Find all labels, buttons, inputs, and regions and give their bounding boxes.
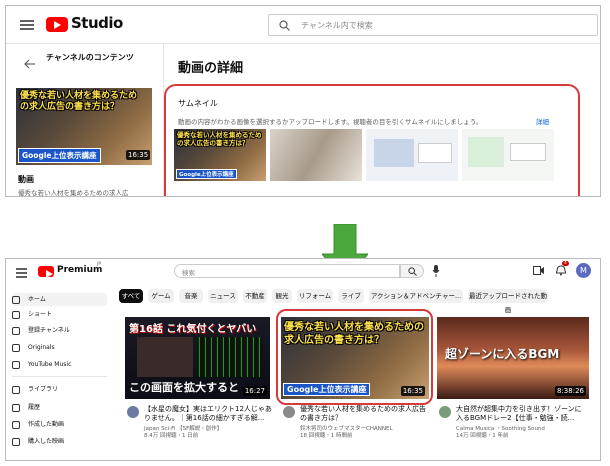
nav-icon-5 [12, 385, 20, 394]
video1-channel[interactable]: Japan Sci-Fi 【SF解説・創作】 [144, 426, 274, 433]
nav-icon-3 [12, 343, 20, 352]
nav-icon-1 [12, 310, 20, 319]
video-thumbnail-3[interactable]: 超ゾーンに入るBGM 8:38:26 [437, 317, 589, 399]
channel-avatar-3[interactable] [439, 406, 451, 418]
premium-logo-text[interactable]: Premium [57, 265, 102, 275]
video2-channel[interactable]: 鈴木将司のウェブマスターCHANNEL [300, 426, 430, 433]
menu-icon[interactable] [20, 20, 34, 22]
video3-thumb-text: 超ゾーンに入るBGM [445, 347, 560, 361]
nav-item-0[interactable]: ホーム [12, 293, 107, 306]
search-icon [408, 267, 417, 276]
video-thumbnail-1[interactable]: 第16話 これ気付くとヤバい この画面を拡大すると 16:27 [125, 317, 270, 399]
video1-duration: 16:27 [242, 386, 267, 396]
chip-1[interactable]: ゲーム [148, 289, 174, 303]
premium-logo-sup: JP [97, 262, 102, 267]
video3-channel[interactable]: Calma Musica ・Soothing Sound [456, 426, 586, 433]
premium-search-placeholder: 検索 [182, 269, 195, 277]
channel-avatar-1[interactable] [127, 406, 139, 418]
nav-label-2: 登録チャンネル [28, 327, 70, 334]
side-video-desc: 優秀な若い人材を集めるための求人広 [18, 189, 129, 197]
avatar[interactable]: M [576, 263, 591, 278]
nav-icon-2 [12, 326, 20, 335]
studio-topbar: Studio チャンネル内で検索 [6, 6, 600, 44]
video2-title[interactable]: 優秀な若い人材を集めるための求人広告の書き方は？ [300, 405, 430, 423]
channel-content-label[interactable]: チャンネルのコンテンツ [46, 52, 156, 63]
nav-label-5: ライブラリ [28, 386, 59, 393]
create-video-icon[interactable] [533, 266, 544, 275]
video1-thumb-text-bottom: この画面を拡大すると [129, 381, 239, 394]
nav-icon-0 [12, 295, 20, 304]
microphone-icon[interactable] [432, 265, 440, 277]
nav-item-8[interactable]: 購入した映画 [12, 435, 107, 448]
studio-search-input[interactable]: チャンネル内で検索 [268, 14, 598, 36]
nav-item-5[interactable]: ライブラリ [12, 383, 107, 396]
youtube-logo-icon[interactable] [38, 266, 54, 278]
chip-6[interactable]: リフォーム [297, 289, 333, 303]
nav-label-7: 作成した動画 [28, 421, 65, 428]
chip-3[interactable]: ニュース [208, 289, 238, 303]
nav-icon-7 [12, 420, 20, 429]
nav-icon-6 [12, 403, 20, 412]
channel-avatar-2[interactable] [283, 406, 295, 418]
back-arrow-icon[interactable] [24, 59, 36, 69]
nav-divider [12, 376, 107, 377]
nav-item-3[interactable]: Originals [12, 341, 107, 354]
video1-stats: 8.4万 回視聴・1 日前 [144, 433, 199, 439]
video1-thumb-text-top: 第16話 これ気付くとヤバい [129, 324, 257, 335]
studio-logo-text[interactable]: Studio [71, 14, 123, 32]
studio-search-placeholder: チャンネル内で検索 [301, 21, 373, 30]
bell-icon[interactable] [556, 265, 566, 276]
nav-icon-8 [12, 437, 20, 446]
page-title: 動画の詳細 [178, 61, 244, 76]
side-thumb-badge: Google上位表示講座 [18, 148, 101, 163]
video3-stats: 14万 回視聴・1 年前 [456, 433, 509, 439]
premium-window: Premium JP 検索 4 M すべて ゲーム 音楽 ニュース 不動産 観光 リフォーム… [5, 258, 601, 461]
video-highlight-box [276, 309, 433, 405]
nav-icon-4 [12, 360, 20, 369]
nav-item-7[interactable]: 作成した動画 [12, 418, 107, 431]
search-icon [279, 20, 290, 31]
side-video-thumbnail[interactable]: 優秀な若い人材を集めるための求人広告の書き方は？ Google上位表示講座 16… [16, 88, 152, 165]
notification-badge: 4 [562, 261, 569, 266]
chip-5[interactable]: 観光 [272, 289, 292, 303]
youtube-logo-icon[interactable] [46, 17, 68, 32]
video1-title[interactable]: 【水星の魔女】実はエリクト12人じゃありません。｜第16話の細かすぎる解... [144, 405, 272, 423]
premium-search-input[interactable]: 検索 [174, 264, 400, 278]
nav-label-8: 購入した映画 [28, 438, 65, 445]
nav-label-1: ショート [28, 311, 53, 318]
nav-item-1[interactable]: ショート [12, 308, 107, 321]
menu-icon[interactable] [16, 268, 27, 270]
nav-label-4: YouTube Music [28, 361, 72, 368]
nav-item-4[interactable]: YouTube Music [12, 358, 107, 371]
chip-4[interactable]: 不動産 [243, 289, 267, 303]
side-thumb-duration: 16:35 [126, 150, 151, 160]
video2-stats: 18 回視聴・1 時間前 [300, 433, 353, 439]
side-video-heading: 動画 [18, 175, 34, 184]
chip-9[interactable]: 最近アップロードされた動画 [468, 289, 548, 314]
nav-label-3: Originals [28, 344, 55, 351]
chip-0[interactable]: すべて [119, 289, 143, 303]
chip-7[interactable]: ライブ [338, 289, 364, 303]
search-button[interactable] [400, 264, 424, 278]
chip-8[interactable]: アクション＆アドベンチャー... [369, 289, 463, 303]
chip-2[interactable]: 音楽 [179, 289, 203, 303]
video3-title[interactable]: 大自然が超集中力を引き出す！ゾーンに入るBGMドレー2【仕事・勉強・読... [456, 405, 586, 423]
studio-sidebar: チャンネルのコンテンツ 優秀な若い人材を集めるための求人広告の書き方は？ Goo… [6, 44, 164, 197]
studio-window: Studio チャンネル内で検索 チャンネルのコンテンツ 優秀な若い人材を集める… [5, 5, 601, 197]
nav-label-0: ホーム [28, 296, 46, 303]
video3-duration: 8:38:26 [555, 386, 586, 396]
nav-label-6: 履歴 [28, 404, 41, 411]
thumbnail-highlight-box [164, 84, 580, 196]
nav-item-2[interactable]: 登録チャンネル [12, 324, 107, 337]
nav-item-6[interactable]: 履歴 [12, 401, 107, 414]
side-thumb-title: 優秀な若い人材を集めるための求人広告の書き方は？ [20, 91, 138, 112]
